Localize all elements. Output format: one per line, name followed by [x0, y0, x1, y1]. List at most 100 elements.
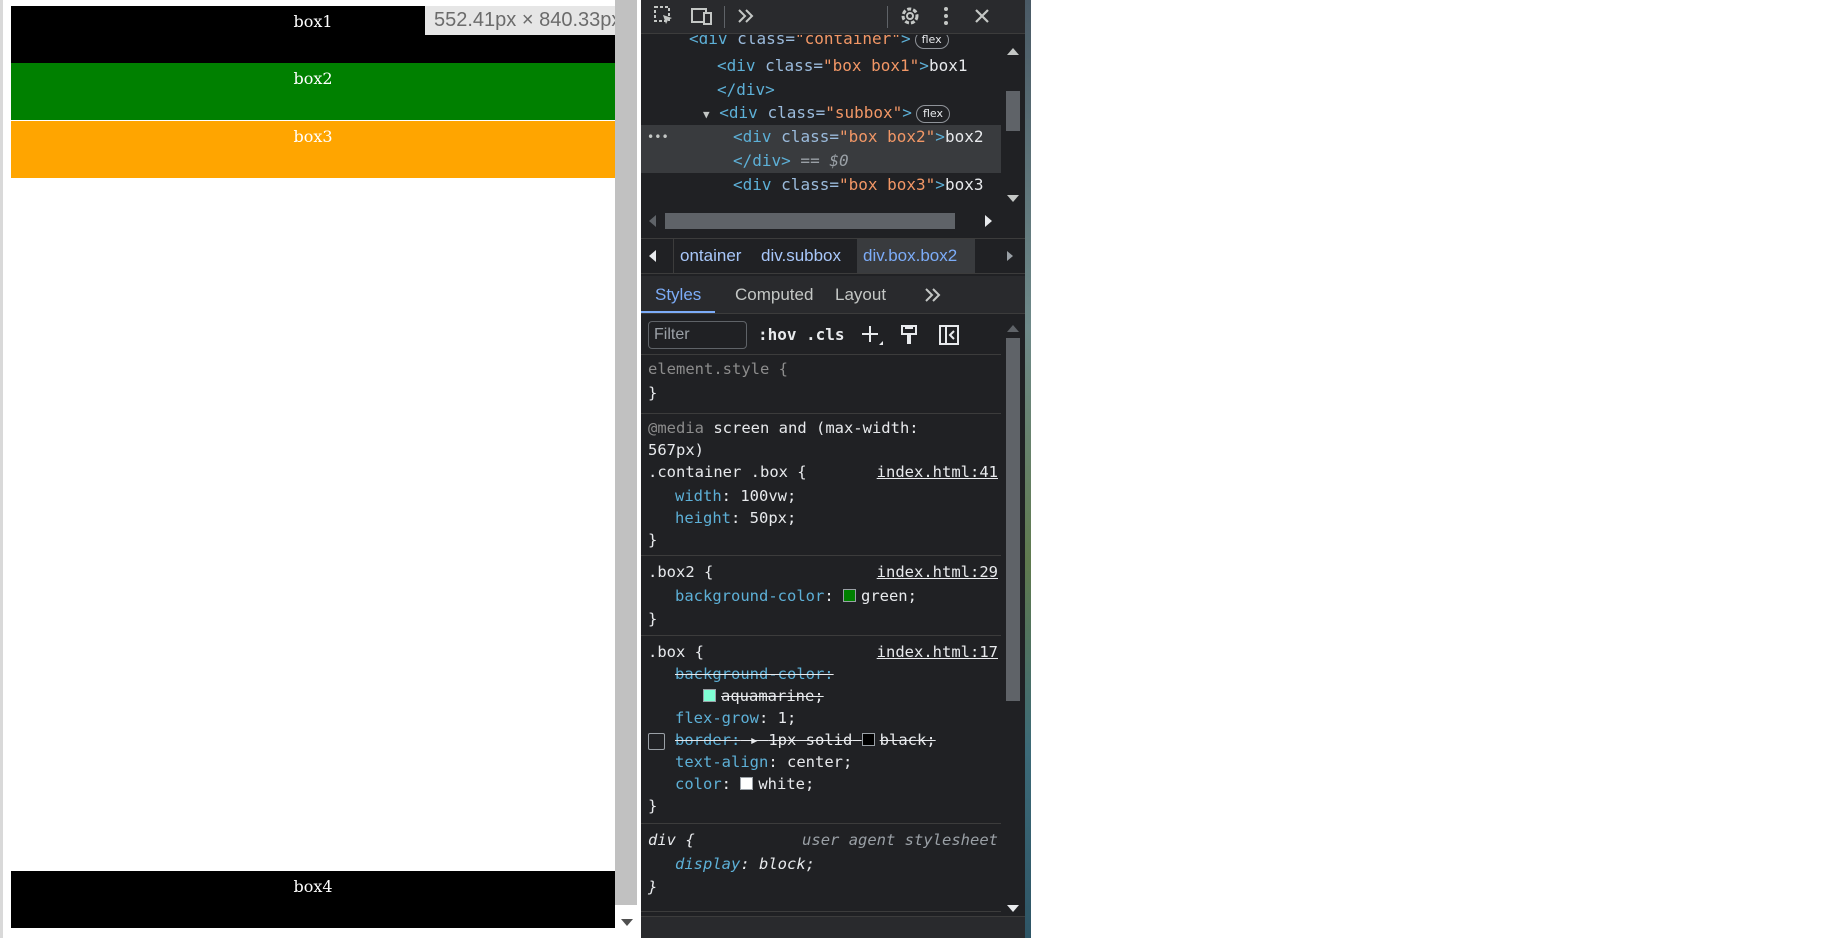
rule-selector[interactable]: .box2 {: [648, 561, 713, 583]
devtools-bottom-strip: [641, 916, 1025, 938]
scroll-up-arrow-icon[interactable]: [1007, 48, 1019, 55]
property-name: width: [675, 487, 722, 505]
breadcrumb-left-arrow-icon[interactable]: [649, 250, 656, 262]
dom-node-box2-close-selected[interactable]: </div> == $0: [641, 149, 1001, 173]
color-swatch-aquamarine[interactable]: [703, 689, 716, 702]
user-agent-label: user agent stylesheet: [802, 831, 998, 849]
node-text: box3: [944, 175, 984, 194]
box4[interactable]: box4: [11, 871, 615, 928]
box2[interactable]: box2: [11, 63, 615, 120]
sidebar-toggle-icon[interactable]: [937, 323, 961, 351]
media-query: @media screen and (max-width:: [648, 417, 919, 439]
box3[interactable]: box3: [11, 121, 615, 178]
breadcrumb: ontainer div.subbox div.box.box2: [641, 238, 1025, 274]
styles-scrollbar[interactable]: [1001, 315, 1025, 916]
paint-brush-icon[interactable]: [898, 323, 922, 351]
disable-property-checkbox[interactable]: [648, 733, 665, 750]
color-swatch-green[interactable]: [842, 589, 856, 602]
equals-sign: ==: [790, 151, 830, 170]
filter-input[interactable]: [648, 321, 747, 349]
property-name: background-color: [675, 587, 825, 605]
expand-triangle-icon[interactable]: ▼: [703, 108, 710, 121]
source-link[interactable]: index.html:29: [877, 561, 998, 583]
more-tabs-icon[interactable]: [921, 283, 945, 312]
breadcrumb-box2[interactable]: div.box.box2: [857, 239, 975, 273]
dom-node-container[interactable]: <div class="container"> flex: [689, 35, 949, 51]
tag-close: >: [935, 127, 945, 146]
node-actions-icon[interactable]: •••: [647, 125, 669, 149]
kebab-menu-icon[interactable]: [933, 4, 959, 30]
dom-tree-horizontal-scrollbar[interactable]: [641, 210, 1001, 232]
dom-node-subbox[interactable]: ▼ <div class="subbox"> flex: [703, 101, 950, 125]
close-icon[interactable]: [969, 4, 995, 30]
more-tabs-icon[interactable]: [733, 4, 759, 30]
flex-badge[interactable]: flex: [915, 104, 950, 123]
media-query-text: screen and (max-width:: [704, 419, 919, 437]
source-link[interactable]: index.html:17: [877, 641, 998, 663]
declaration-height[interactable]: height: 50px;: [675, 507, 796, 529]
scroll-left-arrow-icon[interactable]: [649, 215, 656, 227]
rule-selector[interactable]: element.style {: [648, 358, 788, 380]
dom-tree-scrollbar-thumb[interactable]: [1006, 91, 1020, 131]
rule-selector[interactable]: .box {: [648, 641, 704, 663]
rule-box: .box { index.html:17 background-color: a…: [641, 636, 1001, 824]
tab-layout[interactable]: Layout: [821, 276, 900, 313]
scroll-up-arrow-icon[interactable]: [1007, 325, 1019, 332]
cls-button[interactable]: .cls: [806, 323, 845, 347]
declaration-color[interactable]: color: white;: [675, 773, 814, 795]
styles-pane: element.style { } @media screen and (max…: [641, 356, 1001, 916]
declaration-background-color[interactable]: background-color: green;: [675, 585, 917, 607]
horizontal-scrollbar-thumb[interactable]: [665, 213, 955, 229]
tag-open: <div: [689, 35, 738, 48]
breadcrumb-subbox[interactable]: div.subbox: [755, 239, 847, 273]
page-scrollbar-thumb[interactable]: [615, 0, 637, 905]
declaration-display[interactable]: display: block;: [675, 853, 815, 875]
dom-node-box3[interactable]: <div class="box box3">box3: [733, 173, 983, 197]
scroll-down-arrow-icon[interactable]: [1007, 905, 1019, 912]
page-scrollbar[interactable]: [615, 0, 641, 938]
tab-computed[interactable]: Computed: [721, 276, 827, 313]
node-text: box2: [944, 127, 984, 146]
styles-tabbar: Styles Computed Layout: [641, 276, 1025, 314]
declaration-border-disabled[interactable]: border: ▸ 1px solid black;: [675, 729, 936, 751]
dom-tree-scrollbar[interactable]: [1001, 35, 1025, 210]
declaration-background-color-value[interactable]: aquamarine;: [703, 685, 824, 707]
declaration-width[interactable]: width: 100vw;: [675, 485, 796, 507]
scroll-down-arrow-icon[interactable]: [621, 919, 633, 926]
color-swatch-black[interactable]: [861, 733, 875, 746]
dom-node-box2-selected[interactable]: ••• <div class="box box2">box2: [641, 125, 1001, 149]
property-name: border:: [675, 731, 741, 749]
box3-label: box3: [293, 127, 333, 146]
node-text: box1: [928, 56, 968, 75]
dom-node-box1[interactable]: <div class="box box1">box1: [717, 54, 967, 78]
tag-close: >: [935, 175, 945, 194]
property-name: text-align: [675, 753, 769, 771]
tag-close: </div>: [733, 151, 791, 170]
property-value: 1;: [777, 709, 797, 727]
toolbar-divider: [724, 6, 725, 28]
flex-badge[interactable]: flex: [914, 35, 949, 49]
box1-label: box1: [293, 12, 333, 31]
styles-scrollbar-thumb[interactable]: [1006, 338, 1020, 701]
declaration-background-color-overridden[interactable]: background-color:: [675, 663, 834, 685]
dom-node-box1-close[interactable]: </div>: [717, 78, 775, 102]
tab-styles[interactable]: Styles: [641, 276, 716, 313]
breadcrumb-container[interactable]: ontainer: [674, 239, 747, 273]
attr-value: "box box2": [838, 127, 936, 146]
declaration-flex-grow[interactable]: flex-grow: 1;: [675, 707, 796, 729]
source-link[interactable]: index.html:41: [877, 461, 998, 483]
device-toggle-icon[interactable]: [689, 4, 715, 30]
inspect-element-icon[interactable]: [651, 4, 677, 30]
add-rule-icon[interactable]: [859, 323, 885, 353]
scroll-right-arrow-icon[interactable]: [985, 215, 992, 227]
breadcrumb-right-arrow-icon[interactable]: [1007, 251, 1013, 261]
scroll-down-arrow-icon[interactable]: [1007, 195, 1019, 202]
rule-selector[interactable]: div {: [648, 829, 695, 851]
tag-close: </div>: [717, 80, 775, 99]
selector-text: element.style {: [648, 360, 788, 378]
settings-icon[interactable]: [897, 4, 923, 30]
hov-button[interactable]: :hov: [758, 323, 797, 347]
rule-selector[interactable]: .container .box {: [648, 461, 807, 483]
color-swatch-white[interactable]: [740, 777, 754, 790]
declaration-text-align[interactable]: text-align: center;: [675, 751, 852, 773]
